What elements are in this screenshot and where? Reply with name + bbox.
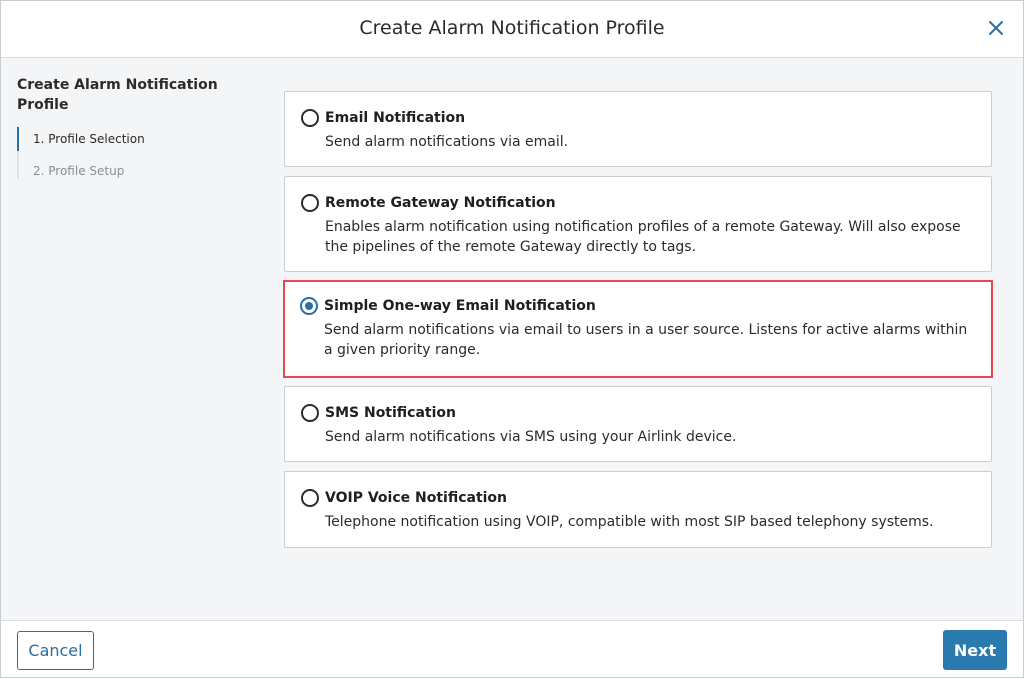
- step-profile-selection[interactable]: 1. Profile Selection: [17, 127, 247, 151]
- radio-button-selected[interactable]: [300, 297, 318, 315]
- close-button[interactable]: [983, 15, 1009, 41]
- close-icon: [989, 21, 1003, 35]
- option-email-notification[interactable]: Email Notification Send alarm notificati…: [284, 91, 992, 167]
- option-description: Send alarm notifications via email.: [325, 134, 569, 150]
- option-description: Send alarm notifications via email to us…: [324, 322, 968, 358]
- radio-button[interactable]: [301, 489, 319, 507]
- option-description: Enables alarm notification using notific…: [325, 219, 961, 255]
- option-remote-gateway-notification[interactable]: Remote Gateway Notification Enables alar…: [284, 176, 992, 272]
- wizard-sidebar: Create Alarm Notification Profile 1. Pro…: [17, 75, 247, 195]
- option-simple-one-way-email[interactable]: Simple One-way Email Notification Send a…: [283, 280, 993, 378]
- option-description: Send alarm notifications via SMS using y…: [325, 429, 737, 445]
- option-title: Email Notification: [325, 110, 466, 126]
- option-description: Telephone notification using VOIP, compa…: [325, 514, 934, 530]
- option-voip-voice-notification[interactable]: VOIP Voice Notification Telephone notifi…: [284, 471, 992, 548]
- wizard-steps: 1. Profile Selection 2. Profile Setup: [17, 127, 247, 179]
- dialog-title: Create Alarm Notification Profile: [359, 17, 665, 39]
- radio-button[interactable]: [301, 404, 319, 422]
- next-button[interactable]: Next: [943, 630, 1007, 670]
- option-title: VOIP Voice Notification: [325, 490, 508, 506]
- option-sms-notification[interactable]: SMS Notification Send alarm notification…: [284, 386, 992, 462]
- option-title: Simple One-way Email Notification: [324, 298, 596, 314]
- sidebar-title: Create Alarm Notification Profile: [17, 77, 218, 113]
- radio-button[interactable]: [301, 109, 319, 127]
- create-profile-dialog: Create Alarm Notification Profile Create…: [0, 0, 1024, 678]
- option-title: Remote Gateway Notification: [325, 195, 556, 211]
- dialog-header: Create Alarm Notification Profile: [1, 1, 1023, 58]
- radio-button[interactable]: [301, 194, 319, 212]
- dialog-footer: Cancel Next: [1, 620, 1023, 677]
- option-title: SMS Notification: [325, 405, 456, 421]
- radio-selected-dot: [305, 302, 313, 310]
- cancel-button[interactable]: Cancel: [17, 631, 94, 670]
- step-profile-setup[interactable]: 2. Profile Setup: [19, 163, 247, 179]
